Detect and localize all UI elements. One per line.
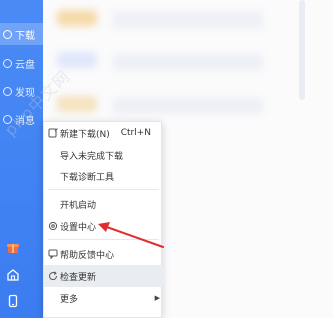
- sidebar: 下载 云盘 发现 消息: [0, 0, 43, 318]
- sidebar-item-label: 消息: [15, 115, 35, 127]
- menu-item-startup[interactable]: 开机启动: [44, 193, 163, 215]
- sidebar-item-label: 云盘: [15, 59, 35, 71]
- menu-divider: [48, 189, 159, 190]
- new-download-icon: [48, 128, 58, 138]
- download-icon: [3, 29, 12, 39]
- sidebar-item-label: 下载: [15, 30, 35, 42]
- list-item-blur: [113, 54, 263, 70]
- home-icon[interactable]: [6, 268, 20, 282]
- menu-item-more[interactable]: 更多 ▶: [44, 287, 163, 309]
- main-menu-popup: 新建下载(N) Ctrl+N 导入未完成下载 下载诊断工具 开机启动 设置中心 …: [43, 121, 163, 318]
- menu-item-check-update[interactable]: 检查更新: [44, 265, 163, 287]
- scrollbar[interactable]: [299, 0, 305, 100]
- chevron-right-icon: ▶: [154, 294, 160, 302]
- sidebar-item-cloud[interactable]: 云盘: [0, 52, 43, 74]
- menu-divider: [48, 239, 159, 240]
- menu-item-import-unfinished[interactable]: 导入未完成下载: [44, 144, 163, 166]
- menu-shortcut: Ctrl+N: [120, 128, 151, 138]
- list-item-blur: [57, 52, 97, 68]
- gift-icon[interactable]: [6, 240, 20, 254]
- sidebar-item-label: 发现: [15, 87, 35, 99]
- gear-icon: [48, 221, 58, 231]
- sidebar-item-messages[interactable]: 消息: [0, 108, 43, 130]
- menu-item-label: 导入未完成下载: [60, 151, 124, 162]
- list-item-blur: [113, 98, 263, 114]
- list-item-blur: [57, 96, 97, 112]
- compass-icon: [3, 86, 12, 96]
- menu-item-download-diagnostics[interactable]: 下载诊断工具: [44, 165, 163, 187]
- menu-item-help-feedback[interactable]: 帮助反馈中心: [44, 243, 163, 265]
- cloud-icon: [3, 58, 12, 68]
- menu-item-new-download[interactable]: 新建下载(N) Ctrl+N: [44, 122, 163, 144]
- menu-item-label: 下载诊断工具: [60, 172, 115, 183]
- menu-item-label: 帮助反馈中心: [60, 250, 115, 261]
- list-item-blur: [113, 12, 263, 28]
- menu-item-label: 更多: [60, 294, 79, 305]
- sidebar-item-discover[interactable]: 发现: [0, 80, 43, 102]
- phone-icon[interactable]: [6, 294, 20, 308]
- menu-item-label: 开机启动: [60, 200, 97, 211]
- message-icon: [3, 114, 12, 124]
- menu-item-settings[interactable]: 设置中心: [44, 215, 163, 237]
- menu-item-label: 设置中心: [60, 222, 97, 233]
- help-icon: [48, 249, 58, 259]
- menu-item-label: 新建下载(N): [60, 129, 110, 140]
- refresh-icon: [49, 271, 58, 281]
- menu-item-label: 检查更新: [60, 272, 97, 283]
- sidebar-item-download[interactable]: 下载: [0, 23, 43, 45]
- list-item-blur: [57, 10, 97, 26]
